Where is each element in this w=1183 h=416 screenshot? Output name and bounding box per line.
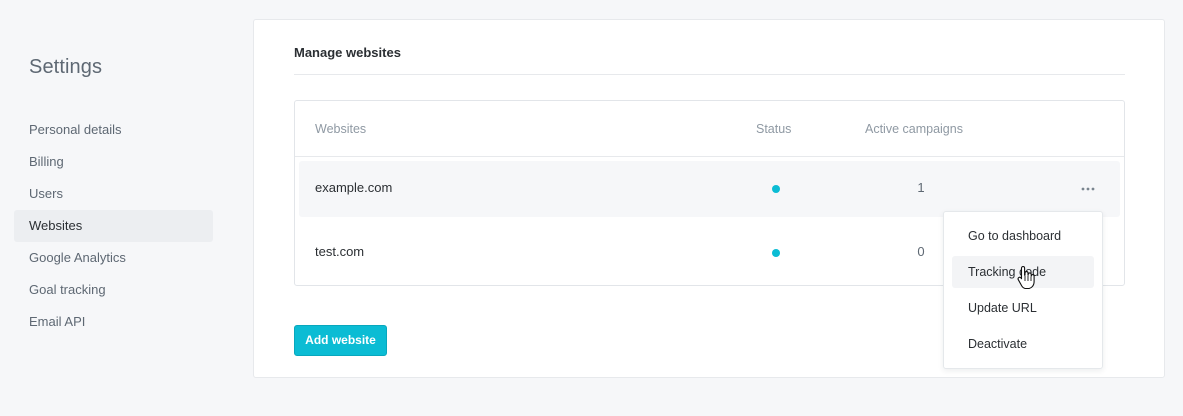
sidebar-item-email-api[interactable]: Email API bbox=[14, 306, 213, 338]
sidebar-item-personal-details[interactable]: Personal details bbox=[14, 114, 213, 146]
settings-sidebar: Settings Personal details Billing Users … bbox=[0, 0, 230, 416]
card-divider bbox=[294, 74, 1125, 75]
app: Settings Personal details Billing Users … bbox=[0, 0, 1183, 416]
card-title: Manage websites bbox=[294, 45, 401, 60]
row-actions-menu: Go to dashboard Tracking code Update URL… bbox=[943, 211, 1103, 369]
sidebar-item-websites[interactable]: Websites bbox=[14, 210, 213, 242]
column-header-active-campaigns: Active campaigns bbox=[865, 122, 963, 136]
table-row[interactable]: example.com 1 bbox=[299, 161, 1120, 217]
sidebar-item-google-analytics[interactable]: Google Analytics bbox=[14, 242, 213, 274]
more-horizontal-icon[interactable] bbox=[1076, 177, 1100, 201]
active-campaigns-count: 0 bbox=[917, 244, 925, 259]
column-header-websites: Websites bbox=[315, 122, 367, 136]
sidebar-item-goal-tracking[interactable]: Goal tracking bbox=[14, 274, 213, 306]
website-name: test.com bbox=[315, 244, 365, 259]
status-active-indicator bbox=[772, 249, 780, 257]
menu-item-go-to-dashboard[interactable]: Go to dashboard bbox=[952, 220, 1094, 252]
settings-nav: Personal details Billing Users Websites … bbox=[14, 114, 213, 338]
sidebar-item-users[interactable]: Users bbox=[14, 178, 213, 210]
menu-item-deactivate[interactable]: Deactivate bbox=[952, 328, 1094, 360]
sidebar-title: Settings bbox=[29, 56, 103, 78]
website-name: example.com bbox=[315, 180, 393, 195]
column-header-status: Status bbox=[756, 122, 792, 136]
active-campaigns-count: 1 bbox=[917, 180, 925, 195]
menu-item-update-url[interactable]: Update URL bbox=[952, 292, 1094, 324]
sidebar-item-billing[interactable]: Billing bbox=[14, 146, 213, 178]
status-active-indicator bbox=[772, 185, 780, 193]
menu-item-tracking-code[interactable]: Tracking code bbox=[952, 256, 1094, 288]
table-header: Websites Status Active campaigns bbox=[295, 101, 1124, 157]
add-website-button[interactable]: Add website bbox=[294, 325, 387, 356]
